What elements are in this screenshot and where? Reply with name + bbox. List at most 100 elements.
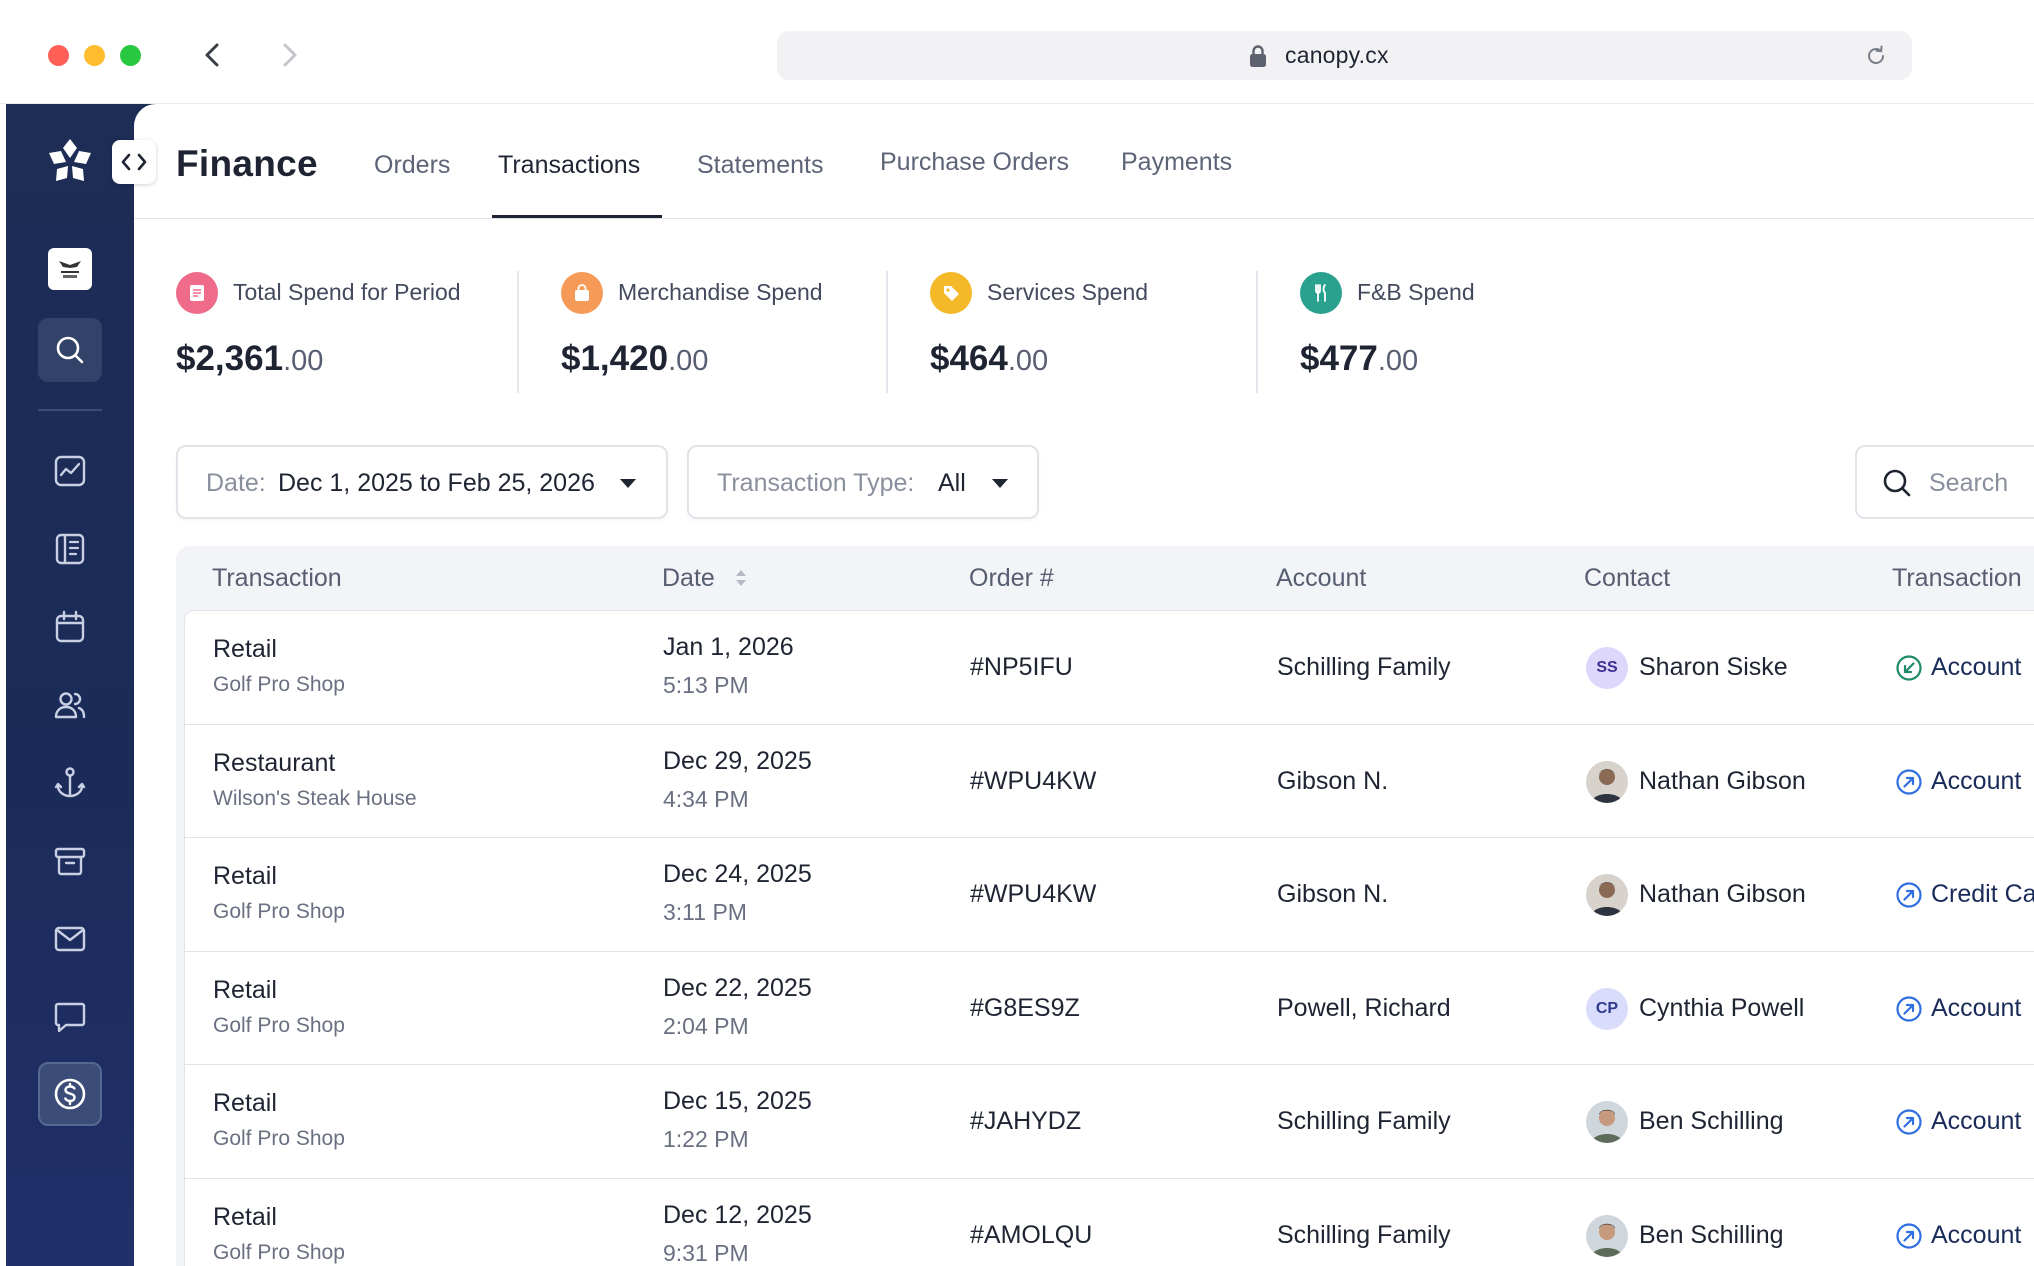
- transaction-time: 9:31 PM: [663, 1239, 749, 1266]
- transaction-date: Jan 1, 2026: [663, 633, 794, 661]
- transaction-method: Account: [1931, 1220, 2022, 1249]
- account-name[interactable]: Schilling Family: [1277, 1221, 1451, 1250]
- account-name[interactable]: Gibson N.: [1277, 880, 1388, 909]
- tab-statements[interactable]: Statements: [697, 151, 823, 180]
- table-row[interactable]: Retail Golf Pro Shop Dec 15, 2025 1:22 P…: [185, 1065, 2034, 1179]
- person-photo-icon: [1586, 874, 1628, 916]
- transaction-date: Dec 24, 2025: [663, 860, 812, 888]
- stat-label: Merchandise Spend: [618, 279, 823, 305]
- chevron-down-icon: [620, 479, 636, 488]
- stat-label: Total Spend for Period: [233, 279, 461, 305]
- back-arrow-icon[interactable]: [196, 38, 230, 72]
- account-name[interactable]: Gibson N.: [1277, 767, 1388, 796]
- stat-value: $2,361.00: [176, 339, 324, 378]
- column-header-contact[interactable]: Contact: [1584, 564, 1670, 593]
- arrow-in-circle-icon: [1896, 655, 1922, 681]
- mail-icon[interactable]: [52, 921, 88, 957]
- date-range-filter[interactable]: Date: Dec 1, 2025 to Feb 25, 2026: [176, 445, 668, 519]
- utensils-icon: [1300, 272, 1342, 314]
- contact-name[interactable]: Ben Schilling: [1639, 1221, 1784, 1250]
- transaction-location: Golf Pro Shop: [213, 1240, 345, 1264]
- type-filter-value: All: [938, 469, 966, 497]
- account-name[interactable]: Powell, Richard: [1277, 994, 1451, 1023]
- search-field[interactable]: [1855, 445, 2034, 519]
- order-number[interactable]: #AMOLQU: [970, 1221, 1092, 1250]
- transaction-type: Retail: [213, 975, 277, 1004]
- column-header-transaction[interactable]: Transaction: [212, 564, 342, 593]
- person-photo-icon: [1586, 760, 1628, 803]
- contact-name[interactable]: Nathan Gibson: [1639, 880, 1806, 909]
- lock-icon: [1250, 45, 1266, 67]
- shopping-bag-icon: [561, 272, 603, 314]
- order-number[interactable]: #JAHYDZ: [970, 1107, 1081, 1136]
- order-number[interactable]: #WPU4KW: [970, 880, 1096, 909]
- arrow-out-circle-icon: [1896, 1109, 1922, 1135]
- table-row[interactable]: Retail Golf Pro Shop Dec 24, 2025 3:11 P…: [185, 838, 2034, 952]
- arrow-out-circle-icon: [1896, 882, 1922, 908]
- finance-icon: [54, 1078, 86, 1110]
- tab-transactions[interactable]: Transactions: [498, 151, 640, 180]
- search-input[interactable]: [1929, 465, 2034, 501]
- url-text: canopy.cx: [1285, 42, 1389, 68]
- maximize-window-button[interactable]: [120, 45, 141, 66]
- stat-value: $1,420.00: [561, 339, 709, 378]
- contact-name[interactable]: Sharon Siske: [1639, 653, 1788, 682]
- person-photo-icon: [1586, 1101, 1628, 1143]
- book-icon[interactable]: [52, 531, 88, 567]
- stat-label: Services Spend: [987, 279, 1149, 305]
- table-row[interactable]: Retail Golf Pro Shop Dec 12, 2025 9:31 P…: [185, 1179, 2034, 1266]
- transaction-type-filter[interactable]: Transaction Type: All: [687, 445, 1039, 519]
- table-row[interactable]: Restaurant Wilson's Steak House Dec 29, …: [185, 725, 2034, 838]
- transaction-method: Account: [1931, 653, 2022, 681]
- archive-icon[interactable]: [52, 843, 88, 879]
- column-header-transaction-method[interactable]: Transaction: [1892, 564, 2022, 593]
- sort-icon[interactable]: [734, 566, 748, 590]
- anchor-icon[interactable]: [52, 765, 88, 801]
- app-logo-icon[interactable]: [44, 136, 96, 188]
- sidebar-item-search[interactable]: [38, 318, 102, 382]
- club-logo[interactable]: [48, 248, 92, 290]
- column-header-date[interactable]: Date: [662, 564, 715, 593]
- tab-purchase-orders[interactable]: Purchase Orders: [880, 148, 1069, 177]
- close-window-button[interactable]: [48, 45, 69, 66]
- calendar-icon[interactable]: [52, 609, 88, 645]
- order-number[interactable]: #NP5IFU: [970, 653, 1073, 682]
- column-header-account[interactable]: Account: [1276, 564, 1366, 593]
- address-bar[interactable]: canopy.cx: [777, 31, 1912, 80]
- order-number[interactable]: #G8ES9Z: [970, 994, 1080, 1023]
- transaction-location: Golf Pro Shop: [213, 1013, 345, 1037]
- account-name[interactable]: Schilling Family: [1277, 653, 1451, 682]
- receipt-icon: [176, 272, 218, 314]
- transaction-time: 1:22 PM: [663, 1126, 749, 1152]
- panel-corner: [134, 104, 158, 128]
- sidebar-item-finance[interactable]: [38, 1062, 102, 1126]
- header-divider: [134, 218, 2034, 219]
- contact-name[interactable]: Ben Schilling: [1639, 1107, 1784, 1136]
- chat-icon[interactable]: [52, 999, 88, 1035]
- tab-orders[interactable]: Orders: [374, 151, 450, 180]
- reload-icon[interactable]: [1864, 44, 1888, 68]
- tab-payments[interactable]: Payments: [1121, 148, 1232, 177]
- table-row[interactable]: Retail Golf Pro Shop Jan 1, 2026 5:13 PM…: [185, 611, 2034, 725]
- stat-value: $477.00: [1300, 339, 1419, 378]
- table-body: Retail Golf Pro Shop Jan 1, 2026 5:13 PM…: [184, 610, 2034, 1266]
- contact-name[interactable]: Nathan Gibson: [1639, 767, 1806, 796]
- members-icon[interactable]: [52, 687, 88, 723]
- search-icon: [1883, 469, 1911, 497]
- transaction-type: Retail: [213, 862, 277, 890]
- forward-arrow-icon[interactable]: [272, 38, 306, 72]
- order-number[interactable]: #WPU4KW: [970, 767, 1096, 796]
- contact-name[interactable]: Cynthia Powell: [1639, 994, 1804, 1023]
- column-header-order[interactable]: Order #: [969, 564, 1054, 593]
- collapse-sidebar-button[interactable]: [112, 140, 156, 184]
- transaction-location: Golf Pro Shop: [213, 1127, 345, 1150]
- transaction-type: Retail: [213, 635, 277, 663]
- account-name[interactable]: Schilling Family: [1277, 1107, 1451, 1136]
- transaction-method: Account: [1931, 993, 2022, 1022]
- date-filter-label: Date:: [206, 469, 266, 497]
- tag-icon: [930, 272, 972, 314]
- analytics-icon[interactable]: [52, 453, 88, 489]
- table-row[interactable]: Retail Golf Pro Shop Dec 22, 2025 2:04 P…: [185, 952, 2034, 1065]
- minimize-window-button[interactable]: [84, 45, 105, 66]
- transaction-time: 5:13 PM: [663, 672, 749, 698]
